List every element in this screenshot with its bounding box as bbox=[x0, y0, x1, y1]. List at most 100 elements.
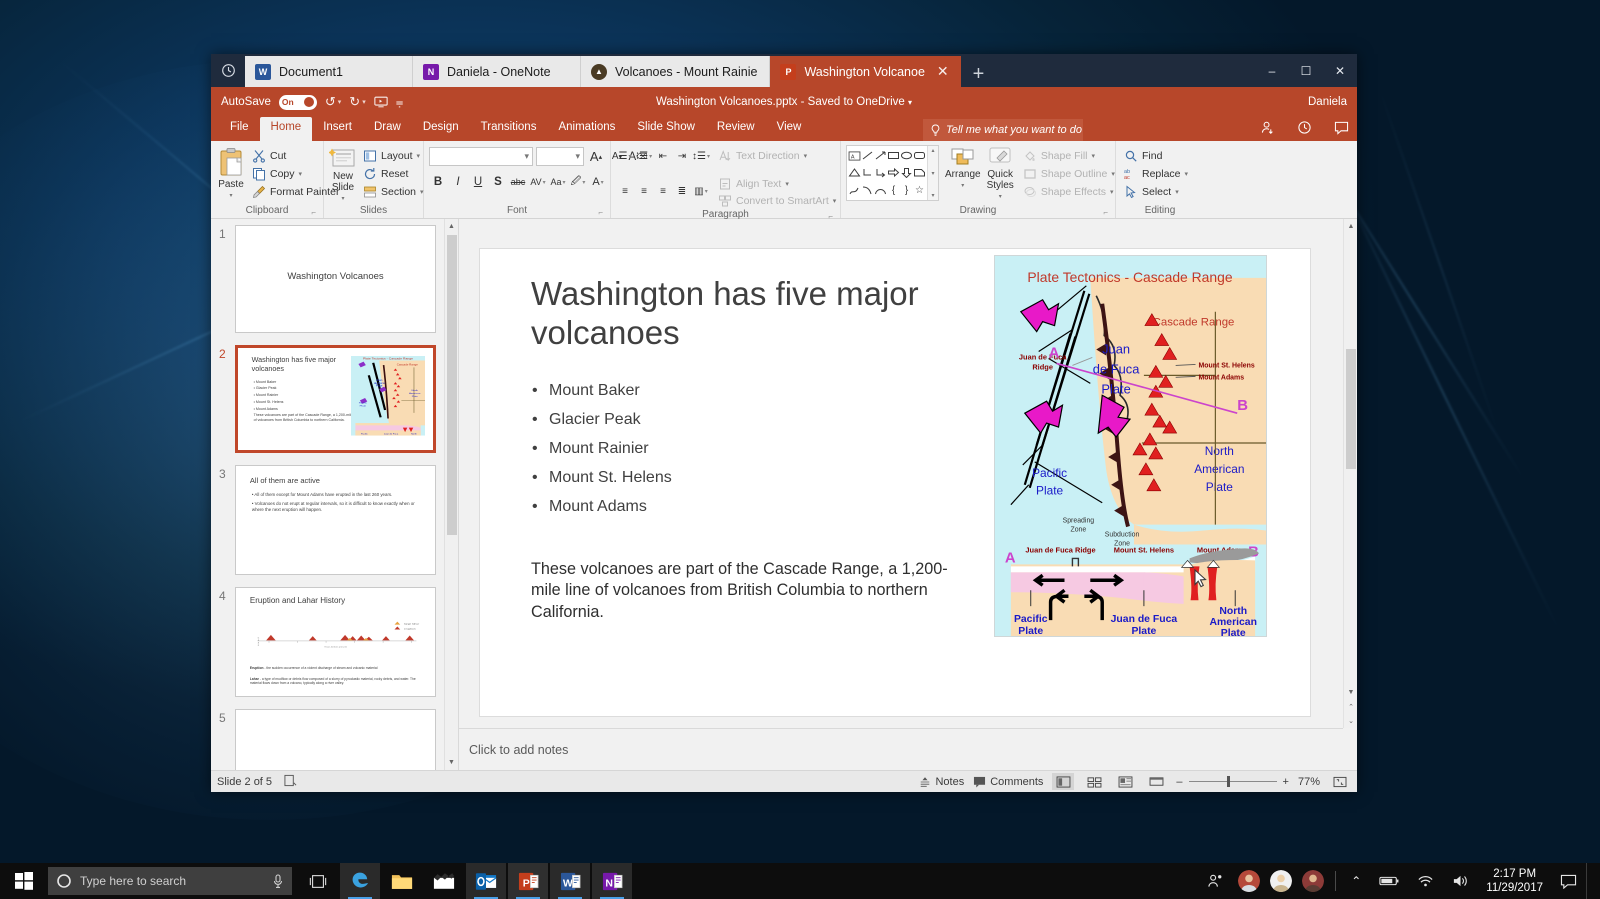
zoom-in-button[interactable]: + bbox=[1283, 776, 1289, 788]
text-highlight-icon[interactable]: 🖉▾ bbox=[569, 173, 587, 191]
shape-flowchart[interactable] bbox=[913, 164, 926, 181]
undo-icon[interactable]: ↺▾ bbox=[325, 94, 341, 110]
quick-styles-button[interactable]: QuickStyles ▾ bbox=[987, 145, 1014, 202]
ribbon-tab-transitions[interactable]: Transitions bbox=[470, 117, 548, 141]
text-shadow-button[interactable]: S bbox=[489, 173, 507, 191]
increase-font-size-button[interactable]: A▴ bbox=[587, 148, 605, 166]
justify-button[interactable]: ≣ bbox=[673, 182, 691, 200]
reset-button[interactable]: Reset bbox=[360, 165, 427, 182]
comments-icon[interactable] bbox=[1334, 121, 1349, 138]
increase-indent-button[interactable]: ⇥ bbox=[673, 147, 691, 165]
drawing-dialog-launcher[interactable]: ⌐ bbox=[1103, 208, 1108, 217]
window-tab-washington-volcanoes[interactable]: P Washington Volcanoe ✕ bbox=[770, 56, 960, 87]
ribbon-tab-review[interactable]: Review bbox=[706, 117, 766, 141]
accessibility-checker-icon[interactable] bbox=[284, 774, 297, 790]
shape-line[interactable] bbox=[861, 147, 874, 164]
thumbnail-slide-1[interactable]: Washington Volcanoes bbox=[235, 225, 436, 333]
font-size-combo[interactable]: ▾ bbox=[536, 147, 584, 166]
shape-outline-button[interactable]: Shape Outline ▾ bbox=[1020, 165, 1118, 182]
section-button[interactable]: Section ▾ bbox=[360, 183, 427, 200]
italic-button[interactable]: I bbox=[449, 173, 467, 191]
line-spacing-button[interactable]: ↕☰▾ bbox=[692, 147, 710, 165]
onenote-icon[interactable]: N bbox=[592, 863, 632, 899]
character-spacing-button[interactable]: AV▾ bbox=[529, 173, 547, 191]
paste-button[interactable]: Paste ▾ bbox=[216, 145, 246, 199]
shape-rounded-rectangle[interactable] bbox=[913, 147, 926, 164]
file-explorer-icon[interactable] bbox=[382, 863, 422, 899]
zoom-level[interactable]: 77% bbox=[1298, 776, 1320, 788]
ribbon-tab-draw[interactable]: Draw bbox=[363, 117, 412, 141]
contact-avatar-2[interactable] bbox=[1270, 870, 1292, 892]
shapes-gallery[interactable]: A { bbox=[846, 145, 939, 201]
align-center-button[interactable]: ≡ bbox=[635, 182, 653, 200]
numbering-button[interactable]: ⁝☰▾ bbox=[635, 147, 653, 165]
arrange-button[interactable]: Arrange ▾ bbox=[945, 145, 981, 189]
thumbnails-scroller[interactable]: 1 Washington Volcanoes 2 Washington has … bbox=[211, 219, 444, 770]
word-icon[interactable]: W bbox=[550, 863, 590, 899]
redo-icon[interactable]: ↻▾ bbox=[349, 94, 365, 110]
shapes-gallery-scroll[interactable]: ▴ ▾ ▾ bbox=[927, 146, 938, 200]
ribbon-tab-file[interactable]: File bbox=[219, 117, 260, 141]
reading-view-button[interactable] bbox=[1114, 773, 1136, 790]
window-tab-onenote[interactable]: N Daniela - OneNote bbox=[413, 56, 581, 87]
shape-star[interactable]: ☆ bbox=[913, 182, 926, 199]
autosave-toggle[interactable]: On bbox=[279, 95, 317, 110]
convert-to-smartart-button[interactable]: Convert to SmartArt ▾ bbox=[715, 192, 839, 209]
shape-connector-elbow-arrow[interactable] bbox=[874, 164, 887, 181]
slide-title-placeholder[interactable]: Washington has five major volcanoes bbox=[531, 275, 991, 353]
ribbon-tab-home[interactable]: Home bbox=[260, 117, 313, 141]
notes-pane[interactable]: Click to add notes bbox=[459, 728, 1343, 770]
shape-oval[interactable] bbox=[900, 147, 913, 164]
clipboard-dialog-launcher[interactable]: ⌐ bbox=[311, 208, 316, 217]
plate-tectonics-cascade-range-diagram[interactable]: Plate Tectonics - Cascade Range Cascade … bbox=[994, 255, 1267, 637]
version-history-icon[interactable] bbox=[1297, 120, 1312, 138]
slide-indicator[interactable]: Slide 2 of 5 bbox=[217, 776, 272, 788]
show-desktop-button[interactable] bbox=[1586, 863, 1594, 899]
thumbnail-row[interactable]: 2 Washington has five major volcanoes • … bbox=[211, 345, 444, 465]
thumbnail-slide-3[interactable]: All of them are active • All of them exc… bbox=[235, 465, 436, 575]
zoom-handle[interactable] bbox=[1227, 776, 1230, 787]
windows-start-icon[interactable] bbox=[0, 863, 48, 899]
select-button[interactable]: Select ▾ bbox=[1121, 183, 1191, 200]
tab-history-icon[interactable] bbox=[211, 54, 245, 87]
thumbnail-slide-2[interactable]: Washington has five major volcanoes • Mo… bbox=[235, 345, 436, 453]
change-case-button[interactable]: Aa▾ bbox=[549, 173, 567, 191]
ribbon-tab-design[interactable]: Design bbox=[412, 117, 470, 141]
contact-avatar-3[interactable] bbox=[1302, 870, 1324, 892]
shape-effects-button[interactable]: Shape Effects ▾ bbox=[1020, 183, 1118, 200]
text-direction-button[interactable]: Text Direction ▾ bbox=[715, 148, 810, 165]
shape-arc[interactable] bbox=[874, 182, 887, 199]
replace-button[interactable]: abac Replace ▾ bbox=[1121, 165, 1191, 182]
action-center-icon[interactable] bbox=[1551, 874, 1586, 889]
thumbnail-row[interactable]: 4 Eruption and Lahar History bbox=[211, 587, 444, 709]
slide-show-button[interactable] bbox=[1145, 773, 1167, 790]
shape-left-brace[interactable]: { bbox=[887, 182, 900, 199]
fit-slide-to-window-button[interactable] bbox=[1329, 773, 1351, 790]
minimize-button[interactable]: – bbox=[1255, 54, 1289, 87]
thumbnail-row[interactable]: 1 Washington Volcanoes bbox=[211, 225, 444, 345]
volume-icon[interactable] bbox=[1443, 874, 1478, 888]
window-tab-document1[interactable]: W Document1 bbox=[245, 56, 413, 87]
people-icon[interactable] bbox=[1198, 873, 1233, 889]
share-person-icon[interactable] bbox=[1260, 120, 1275, 138]
align-right-button[interactable]: ≡ bbox=[654, 182, 672, 200]
scroll-up-icon[interactable]: ▲ bbox=[1344, 219, 1357, 234]
gallery-more-icon[interactable]: ▾ bbox=[931, 192, 934, 199]
window-tab-volcanoes-rainier[interactable]: ▲ Volcanoes - Mount Rainie bbox=[581, 56, 770, 87]
zoom-out-button[interactable]: – bbox=[1176, 776, 1182, 788]
scrollbar-thumb[interactable] bbox=[447, 235, 457, 535]
slide-sorter-view-button[interactable] bbox=[1083, 773, 1105, 790]
shape-down-arrow[interactable] bbox=[900, 164, 913, 181]
thumbnails-scrollbar[interactable]: ▲ ▼ bbox=[444, 219, 458, 770]
slide-bullet-list[interactable]: Mount Baker Glacier Peak Mount Rainier M… bbox=[532, 383, 962, 528]
chevron-down-icon[interactable]: ▾ bbox=[931, 170, 934, 177]
thumbnail-slide-4[interactable]: Eruption and Lahar History bbox=[235, 587, 436, 697]
start-presentation-icon[interactable] bbox=[374, 96, 388, 108]
zoom-slider[interactable]: – + bbox=[1176, 776, 1289, 788]
scrollbar-thumb[interactable] bbox=[1346, 349, 1356, 469]
window-close-button[interactable]: ✕ bbox=[1323, 54, 1357, 87]
underline-button[interactable]: U bbox=[469, 173, 487, 191]
previous-slide-icon[interactable]: ⌃ bbox=[1344, 699, 1357, 714]
thumbnail-slide-5[interactable] bbox=[235, 709, 436, 770]
next-slide-icon[interactable]: ⌄ bbox=[1344, 713, 1357, 728]
